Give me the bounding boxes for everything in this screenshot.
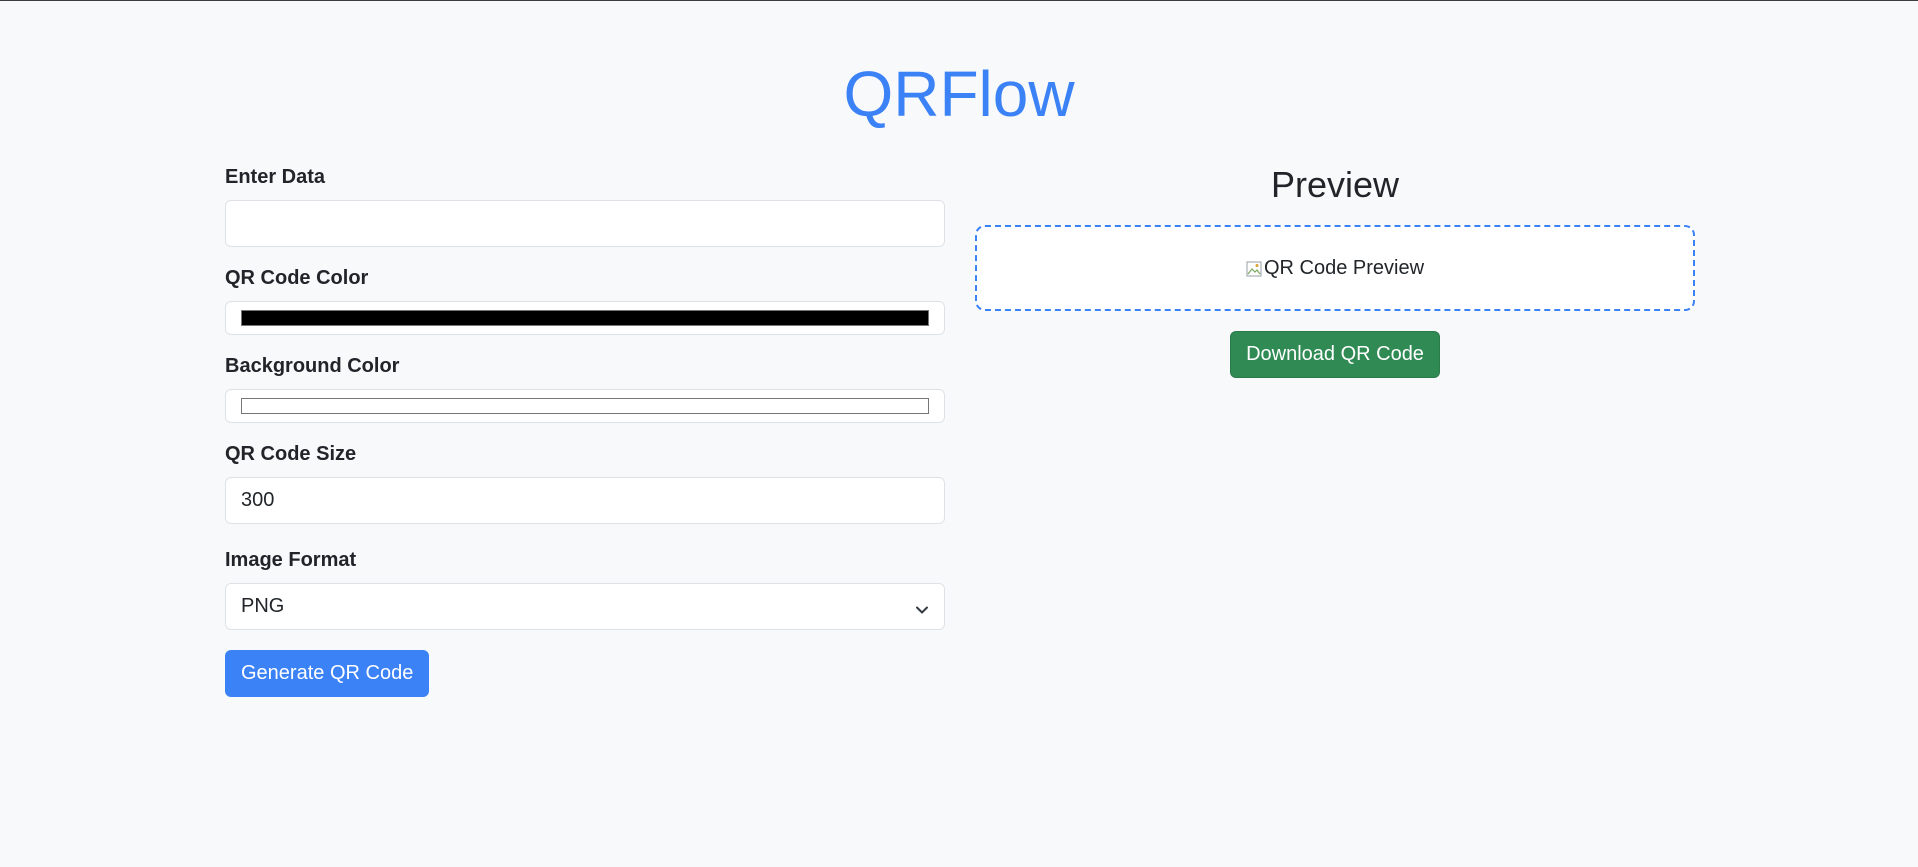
download-row: Download QR Code [975,331,1695,378]
qr-color-label: QR Code Color [225,267,369,289]
image-format-select[interactable]: PNG [225,583,945,630]
generate-qr-button[interactable]: Generate QR Code [225,650,430,697]
window-top-border [0,0,1918,1]
qr-color-swatch [241,310,929,326]
qr-size-label: QR Code Size [225,443,357,465]
preview-title: Preview [1270,164,1400,205]
qr-size-value: 300 [241,489,275,511]
qr-color-input[interactable] [225,301,945,335]
qr-preview-box: QR Code Preview [975,225,1695,311]
data-label: Enter Data [225,166,326,188]
background-color-swatch [241,398,929,414]
download-qr-button[interactable]: Download QR Code [1230,331,1440,378]
data-input[interactable] [225,200,945,247]
image-format-label: Image Format [225,549,357,571]
app-title: QRFlow [843,58,1075,130]
qr-preview-image: QR Code Preview [1246,257,1424,280]
qr-size-input[interactable]: 300 [225,477,945,524]
chevron-down-icon [915,600,929,614]
broken-image-icon [1246,260,1262,277]
preview-panel: Preview QR Code Preview Download QR Code [975,163,1695,378]
background-color-input[interactable] [225,389,945,423]
background-color-label: Background Color [225,355,400,377]
qr-form: Enter Data QR Code Color Background Colo… [225,163,945,697]
qr-preview-alt-text: QR Code Preview [1263,256,1425,279]
image-format-selected: PNG [241,595,285,617]
